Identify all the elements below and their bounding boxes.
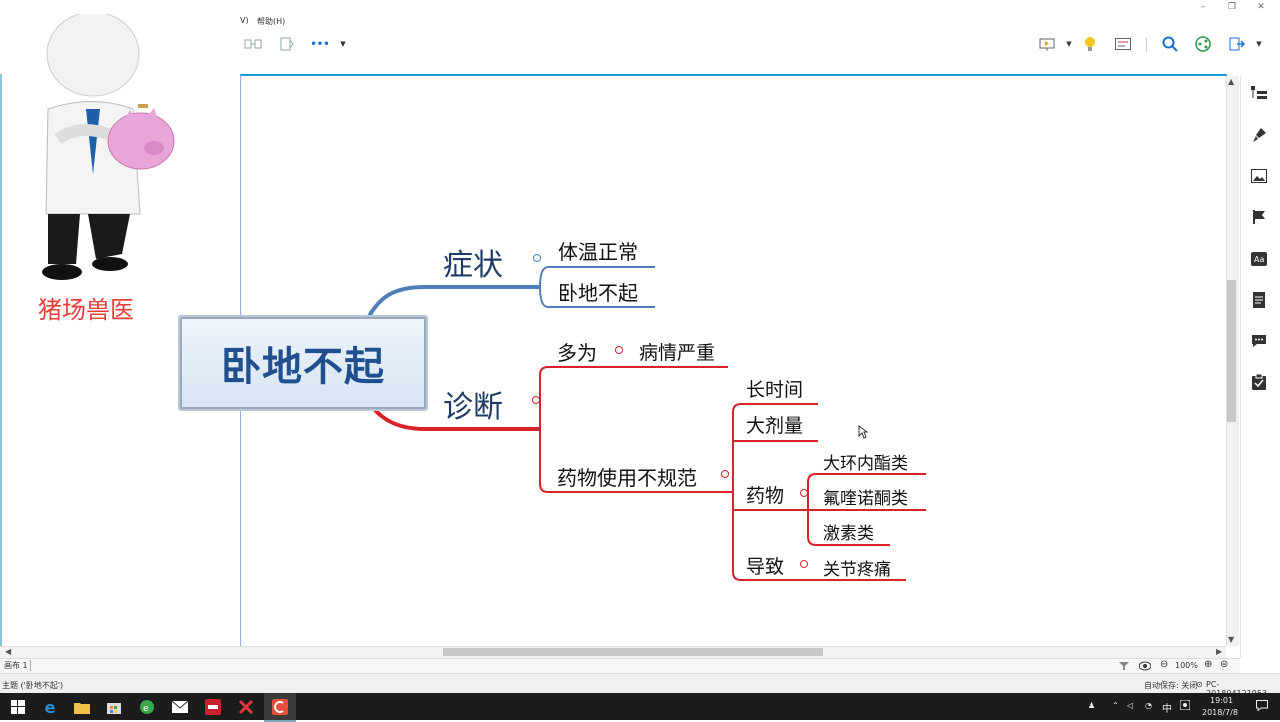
topic-symptom[interactable]: 症状 bbox=[443, 240, 503, 284]
logo-text: 猪场兽医 bbox=[38, 296, 134, 324]
sheet-tab[interactable]: 画布 1 bbox=[4, 660, 28, 671]
ime-indicator[interactable]: 中 bbox=[1162, 700, 1172, 715]
clock-time[interactable]: 19:01 bbox=[1210, 696, 1233, 705]
svg-text:Aa: Aa bbox=[1254, 255, 1264, 264]
sheet-tab-divider bbox=[30, 660, 31, 671]
svg-text:e: e bbox=[143, 704, 149, 714]
zoom-out-icon[interactable]: ⊖ bbox=[1160, 659, 1168, 670]
horizontal-scroll-thumb[interactable] bbox=[443, 648, 823, 656]
red-app-icon[interactable] bbox=[203, 697, 223, 717]
subtopic-drug-misuse[interactable]: 药物使用不规范 bbox=[557, 462, 697, 491]
subtopic-cause[interactable]: 导致 bbox=[746, 552, 784, 579]
xmind-icon[interactable] bbox=[236, 697, 256, 717]
fit-view-icon[interactable]: ⊜ bbox=[1220, 659, 1228, 670]
vertical-scroll-thumb[interactable] bbox=[1227, 280, 1236, 422]
subtopic-hormones[interactable]: 激素类 bbox=[823, 519, 874, 544]
text-style-icon[interactable]: Aa bbox=[1250, 250, 1268, 268]
edge-browser-icon[interactable]: e bbox=[40, 697, 60, 717]
status-bar bbox=[0, 673, 1280, 694]
image-icon[interactable] bbox=[1250, 167, 1268, 185]
collapse-dot-drug-misuse[interactable] bbox=[721, 470, 729, 478]
mouse-cursor-icon bbox=[858, 425, 868, 439]
vet-mascot-logo bbox=[42, 14, 175, 280]
ime-mode-icon[interactable] bbox=[1179, 699, 1191, 712]
subtopic-drugs[interactable]: 药物 bbox=[746, 481, 784, 508]
green-app-icon[interactable]: e bbox=[137, 697, 157, 717]
subtopic-mostly[interactable]: 多为 bbox=[557, 337, 597, 366]
network-icon[interactable]: ◔ bbox=[1145, 701, 1152, 710]
marker-flag-icon[interactable] bbox=[1250, 208, 1268, 226]
file-explorer-icon[interactable] bbox=[72, 697, 92, 717]
subtopic-fluoroquinolones[interactable]: 氟喹诺酮类 bbox=[823, 484, 908, 509]
connector-symptom bbox=[366, 285, 540, 319]
collapse-dot-drugs[interactable] bbox=[800, 489, 808, 497]
central-topic-label: 卧地不起 bbox=[221, 344, 385, 390]
subtopic-joint-pain[interactable]: 关节疼痛 bbox=[823, 555, 891, 580]
subtopic-macrolides[interactable]: 大环内酯类 bbox=[823, 449, 908, 474]
status-user-icon: ⊙ bbox=[1196, 680, 1203, 689]
eye-icon[interactable] bbox=[1138, 660, 1152, 674]
scroll-up-icon[interactable]: ▲ bbox=[1228, 77, 1234, 86]
collapse-dot-diagnosis[interactable] bbox=[532, 396, 540, 404]
subtopic-normal-temperature[interactable]: 体温正常 bbox=[558, 236, 638, 265]
notes-icon[interactable] bbox=[1250, 291, 1268, 309]
status-autosave[interactable]: 自动保存: 关闭 bbox=[1144, 680, 1197, 691]
scroll-left-icon[interactable]: ◀ bbox=[5, 647, 11, 656]
subtopic-long-duration[interactable]: 长时间 bbox=[746, 375, 803, 402]
sheet-bar bbox=[0, 658, 1240, 674]
filter-icon[interactable] bbox=[1119, 660, 1129, 674]
outline-icon[interactable] bbox=[1250, 84, 1268, 102]
subtopic-severe-illness[interactable]: 病情严重 bbox=[639, 338, 715, 365]
collapse-dot-mostly[interactable] bbox=[615, 346, 623, 354]
clock-date[interactable]: 2018/7/8 bbox=[1202, 708, 1238, 717]
central-topic[interactable]: 卧地不起 bbox=[178, 315, 428, 411]
scroll-right-icon[interactable]: ▶ bbox=[1216, 647, 1222, 656]
subtopic-high-dose[interactable]: 大剂量 bbox=[746, 411, 803, 438]
notification-icon[interactable] bbox=[1256, 700, 1268, 713]
zoom-level: 100% bbox=[1175, 661, 1198, 670]
collapse-dot-symptom[interactable] bbox=[533, 254, 541, 262]
scroll-down-icon[interactable]: ▼ bbox=[1228, 635, 1234, 644]
topic-diagnosis[interactable]: 诊断 bbox=[443, 382, 503, 426]
collapse-dot-cause[interactable] bbox=[800, 560, 808, 568]
mail-icon[interactable] bbox=[170, 697, 190, 717]
camtasia-icon[interactable] bbox=[270, 697, 290, 717]
people-icon[interactable]: ♟ bbox=[1088, 701, 1095, 710]
comment-icon[interactable] bbox=[1250, 332, 1268, 350]
right-sidebar bbox=[1240, 76, 1280, 658]
windows-start-icon[interactable] bbox=[8, 697, 28, 717]
zoom-in-icon[interactable]: ⊕ bbox=[1204, 659, 1212, 670]
status-topic: 主题 ('卧地不起') bbox=[2, 681, 64, 690]
format-brush-icon[interactable] bbox=[1250, 126, 1268, 144]
subtopic-lying-down[interactable]: 卧地不起 bbox=[558, 277, 638, 306]
store-icon[interactable] bbox=[104, 697, 124, 717]
task-clipboard-icon[interactable] bbox=[1250, 373, 1268, 391]
tray-expand-icon[interactable]: ⌃ bbox=[1112, 701, 1119, 710]
speaker-icon[interactable]: ◁ bbox=[1127, 701, 1133, 710]
